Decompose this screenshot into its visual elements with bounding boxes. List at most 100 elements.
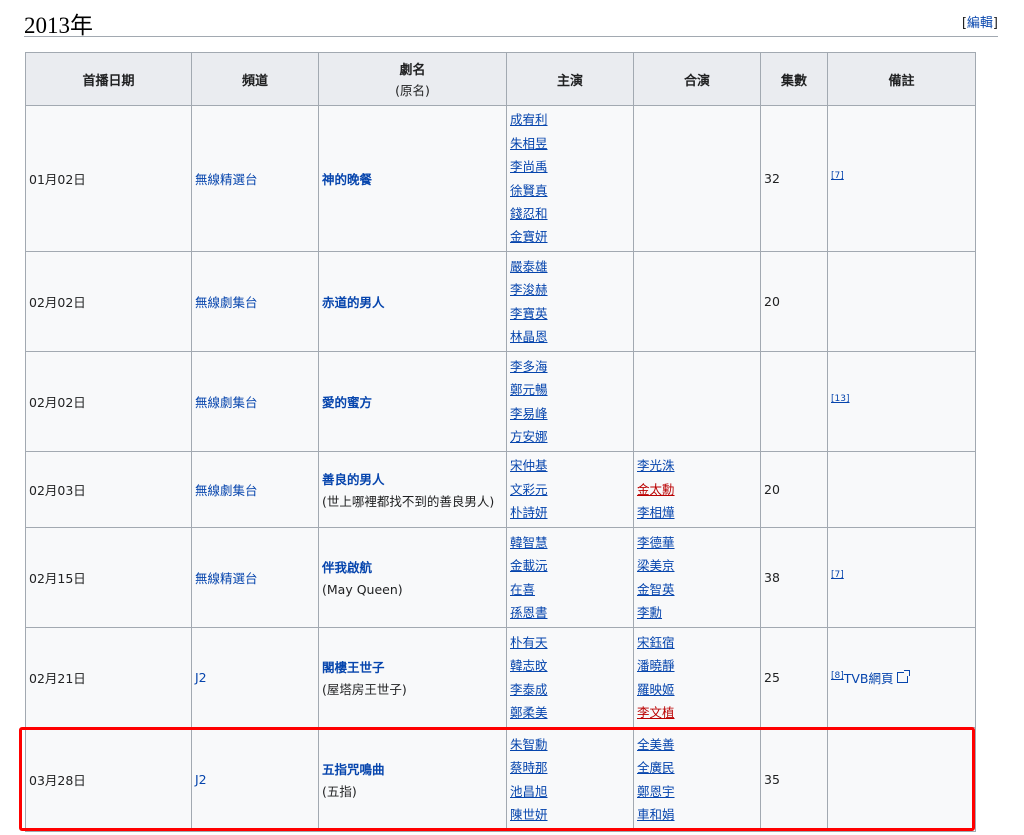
original-title: (May Queen) xyxy=(322,581,403,597)
cast-link[interactable]: 全美善 xyxy=(637,733,757,756)
cell-support xyxy=(633,251,761,352)
cell-episodes xyxy=(760,351,828,452)
channel-link[interactable]: 無線劇集台 xyxy=(195,483,258,498)
cell-notes: [8]TVB網頁 xyxy=(827,627,976,728)
cast-link[interactable]: 李勳 xyxy=(637,601,757,624)
external-link-icon xyxy=(896,670,910,683)
cast-link[interactable]: 梁美京 xyxy=(637,554,757,577)
edit-section: [編輯] xyxy=(961,16,998,31)
title-link[interactable]: 赤道的男人 xyxy=(322,295,385,310)
table-row: 01月02日 無線精選台 神的晚餐 成宥利 朱相昱 李尚禹 徐賢真 錢忍和 金寶妍 32 [7] xyxy=(25,105,976,252)
edit-link[interactable]: 編輯 xyxy=(967,16,993,31)
cell-channel: 無線精選台 xyxy=(191,527,319,628)
cell-title: 赤道的男人 xyxy=(318,251,507,352)
cast-link[interactable]: 鄭恩宇 xyxy=(637,780,757,803)
cast-link[interactable]: 成宥利 xyxy=(510,108,630,131)
channel-link[interactable]: 無線精選台 xyxy=(195,172,258,187)
cell-title: 愛的蜜方 xyxy=(318,351,507,452)
channel-link[interactable]: J2 xyxy=(195,772,207,787)
cell-notes: [7] xyxy=(827,527,976,628)
cast-link[interactable]: 李泰成 xyxy=(510,678,630,701)
cell-date: 02月02日 xyxy=(25,251,192,352)
title-link[interactable]: 五指咒鳴曲 xyxy=(322,762,385,777)
cast-link[interactable]: 金寶妍 xyxy=(510,225,630,248)
cell-notes xyxy=(827,727,976,832)
cast-link[interactable]: 金載沅 xyxy=(510,554,630,577)
reference-link[interactable]: [13] xyxy=(831,394,849,404)
cast-link[interactable]: 朴詩妍 xyxy=(510,501,630,524)
cast-link[interactable]: 李德華 xyxy=(637,531,757,554)
cast-link[interactable]: 文彩元 xyxy=(510,478,630,501)
cast-link[interactable]: 車和娟 xyxy=(637,803,757,826)
cast-link[interactable]: 李光洙 xyxy=(637,454,757,477)
cast-link[interactable]: 李寶英 xyxy=(510,302,630,325)
cast-link[interactable]: 陳世妍 xyxy=(510,803,630,826)
cast-link[interactable]: 李文植 xyxy=(637,701,757,724)
cell-notes: [7] xyxy=(827,105,976,252)
original-title: (世上哪裡都找不到的善良男人) xyxy=(322,493,495,509)
cast-link[interactable]: 李易峰 xyxy=(510,402,630,425)
cast-link[interactable]: 宋鈺宿 xyxy=(637,631,757,654)
cast-link[interactable]: 韓智慧 xyxy=(510,531,630,554)
cell-date: 02月15日 xyxy=(25,527,192,628)
cell-channel: 無線精選台 xyxy=(191,105,319,252)
original-title: (五指) xyxy=(322,783,357,799)
cast-link[interactable]: 孫恩書 xyxy=(510,601,630,624)
cast-link[interactable]: 宋仲基 xyxy=(510,454,630,477)
cell-date: 01月02日 xyxy=(25,105,192,252)
cast-link[interactable]: 李尚禹 xyxy=(510,155,630,178)
cast-link[interactable]: 池昌旭 xyxy=(510,780,630,803)
cell-notes xyxy=(827,251,976,352)
cast-link[interactable]: 金智英 xyxy=(637,578,757,601)
cast-link[interactable]: 朱智勳 xyxy=(510,733,630,756)
title-link[interactable]: 愛的蜜方 xyxy=(322,395,372,410)
title-link[interactable]: 閣樓王世子 xyxy=(322,660,385,675)
tvb-web-link[interactable]: TVB網頁 xyxy=(844,671,894,686)
cast-link[interactable]: 李多海 xyxy=(510,355,630,378)
title-link[interactable]: 善良的男人 xyxy=(322,472,385,487)
cast-link[interactable]: 潘曉靜 xyxy=(637,654,757,677)
cell-lead: 韓智慧 金載沅 在喜 孫恩書 xyxy=(506,527,634,628)
reference-link[interactable]: [7] xyxy=(831,171,844,181)
header-episodes[interactable]: 集數 xyxy=(760,52,828,106)
cast-link[interactable]: 在喜 xyxy=(510,578,630,601)
cell-lead: 李多海 鄭元暢 李易峰 方安娜 xyxy=(506,351,634,452)
channel-link[interactable]: J2 xyxy=(195,670,207,685)
original-title: (屋塔房王世子) xyxy=(322,681,407,697)
header-support[interactable]: 合演 xyxy=(633,52,761,106)
table-row: 02月21日 J2 閣樓王世子 (屋塔房王世子) 朴有天 韓志旼 李泰成 鄭柔美 宋鈺宿 潘曉靜羅… xyxy=(25,627,976,728)
cast-link[interactable]: 鄭柔美 xyxy=(510,701,630,724)
header-title-sub: (原名) xyxy=(395,83,430,98)
cast-link[interactable]: 蔡時那 xyxy=(510,756,630,779)
title-link[interactable]: 神的晚餐 xyxy=(322,172,372,187)
reference-link[interactable]: [7] xyxy=(831,570,844,580)
cast-link[interactable]: 錢忍和 xyxy=(510,202,630,225)
header-title[interactable]: 劇名 (原名) xyxy=(318,52,507,106)
cell-episodes: 20 xyxy=(760,251,828,352)
cast-link[interactable]: 徐賢真 xyxy=(510,179,630,202)
header-channel[interactable]: 頻道 xyxy=(191,52,319,106)
reference-link[interactable]: [8] xyxy=(831,671,844,681)
cell-notes: [13] xyxy=(827,351,976,452)
cast-link[interactable]: 朱相昱 xyxy=(510,132,630,155)
cell-episodes: 32 xyxy=(760,105,828,252)
channel-link[interactable]: 無線精選台 xyxy=(195,571,258,586)
cell-title: 伴我啟航 (May Queen) xyxy=(318,527,507,628)
cast-link[interactable]: 韓志旼 xyxy=(510,654,630,677)
cast-link[interactable]: 羅映姬 xyxy=(637,678,757,701)
header-notes[interactable]: 備註 xyxy=(827,52,976,106)
header-lead[interactable]: 主演 xyxy=(506,52,634,106)
cast-link[interactable]: 嚴泰雄 xyxy=(510,255,630,278)
cast-link[interactable]: 全廣民 xyxy=(637,756,757,779)
header-date[interactable]: 首播日期 xyxy=(25,52,192,106)
cast-link[interactable]: 方安娜 xyxy=(510,425,630,448)
channel-link[interactable]: 無線劇集台 xyxy=(195,395,258,410)
cast-link[interactable]: 鄭元暢 xyxy=(510,378,630,401)
cast-link[interactable]: 李浚赫 xyxy=(510,278,630,301)
channel-link[interactable]: 無線劇集台 xyxy=(195,295,258,310)
cast-link[interactable]: 李相燁 xyxy=(637,501,757,524)
cast-link[interactable]: 朴有天 xyxy=(510,631,630,654)
cast-link[interactable]: 金太勳 xyxy=(637,478,757,501)
title-link[interactable]: 伴我啟航 xyxy=(322,560,372,575)
cast-link[interactable]: 林晶恩 xyxy=(510,325,630,348)
